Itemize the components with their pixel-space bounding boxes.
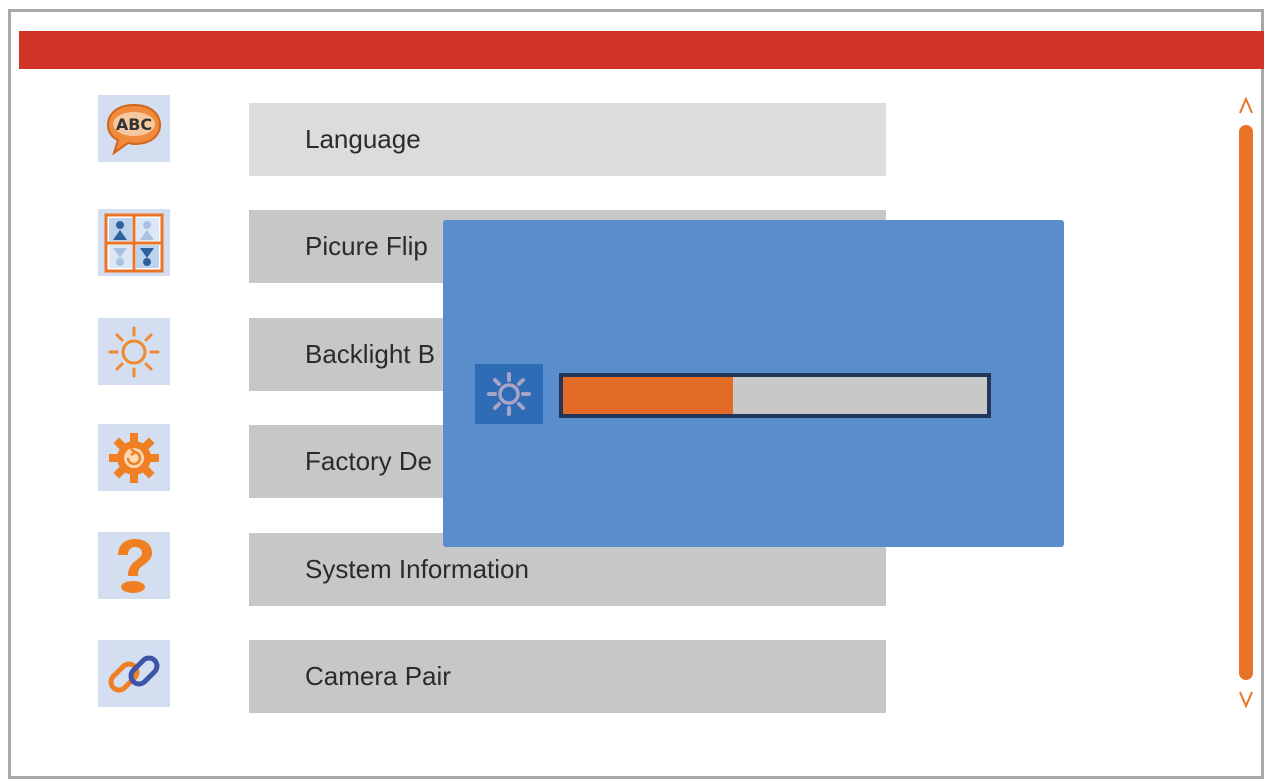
brightness-slider[interactable] <box>559 373 991 418</box>
scrollbar[interactable] <box>1234 95 1258 710</box>
header-bar <box>19 31 1264 69</box>
scroll-down-icon[interactable] <box>1234 688 1258 710</box>
picture-flip-icon <box>98 209 170 276</box>
scroll-up-icon[interactable] <box>1234 95 1258 117</box>
question-mark-icon <box>98 532 170 599</box>
menu-item-label: Camera Pair <box>305 661 451 691</box>
menu-item-label: System Information <box>305 554 529 584</box>
brightness-icon <box>475 364 543 424</box>
menu-item-label: Language <box>305 124 421 154</box>
brightness-popup <box>443 220 1064 547</box>
menu-item-label: Factory De <box>305 446 433 476</box>
chain-link-icon <box>98 640 170 707</box>
slider-fill <box>563 377 733 414</box>
menu-item-language[interactable]: Language <box>249 103 886 176</box>
menu-item-label: Backlight B <box>305 339 436 369</box>
sun-brightness-icon <box>98 318 170 385</box>
svg-text:ABC: ABC <box>116 115 152 134</box>
menu-item-label: Picure Flip <box>305 231 428 261</box>
scroll-thumb[interactable] <box>1239 125 1253 680</box>
abc-speech-bubble-icon: ABC <box>98 95 170 162</box>
menu-item-camera-pair[interactable]: Camera Pair <box>249 640 886 713</box>
slider-track <box>563 377 987 414</box>
gear-reset-icon <box>98 424 170 491</box>
